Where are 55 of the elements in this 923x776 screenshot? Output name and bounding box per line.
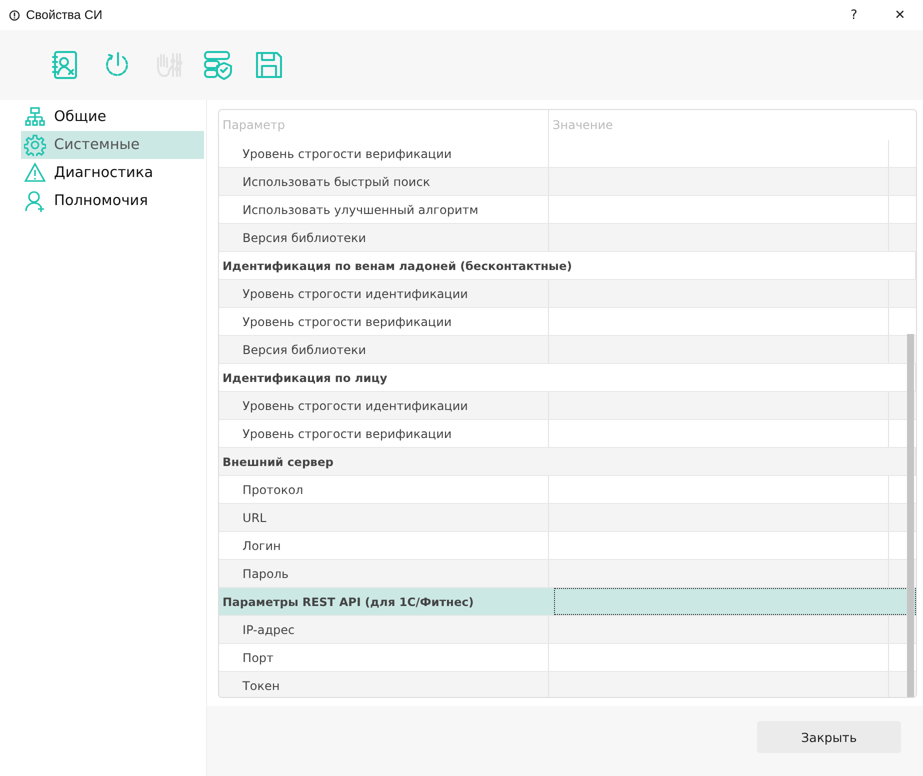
server-shield-button[interactable] xyxy=(201,48,234,82)
warning-icon xyxy=(24,162,46,184)
sidebar-item[interactable]: Общие xyxy=(21,103,204,131)
table-cell: Версия библиотеки xyxy=(218,336,549,363)
sidebar-item[interactable]: Полномочия xyxy=(21,187,204,215)
sidebar-item[interactable]: Системные xyxy=(21,131,204,159)
group-row[interactable]: Идентификация по венам ладоней (бесконтактные) xyxy=(218,252,916,280)
close-button[interactable]: Закрыть xyxy=(757,721,901,753)
table-row[interactable]: Уровень строгости идентификации xyxy=(218,280,916,308)
table-cell: Порт xyxy=(218,644,549,671)
table-cell: Уровень строгости идентификации xyxy=(218,392,549,419)
table-cell: Уровень строгости идентификации xyxy=(218,280,549,307)
table-row[interactable]: Уровень строгости верификации xyxy=(218,308,916,336)
group-row[interactable]: Параметры REST API (для 1С/Фитнес) xyxy=(218,588,916,616)
table-row[interactable]: Версия библиотеки xyxy=(218,336,916,364)
table-row[interactable]: Логин xyxy=(218,532,916,560)
table-row[interactable]: Уровень строгости верификации xyxy=(218,140,916,168)
network-icon xyxy=(24,106,46,128)
table-row[interactable]: Порт xyxy=(218,644,916,672)
group-row[interactable]: Идентификация по лицу xyxy=(218,364,916,392)
sidebar-item[interactable]: Диагностика xyxy=(21,159,204,187)
table-cell: Версия библиотеки xyxy=(218,224,549,251)
table-cell: Логин xyxy=(218,532,549,559)
table-cell: Протокол xyxy=(218,476,549,503)
table-cell: URL xyxy=(218,504,549,531)
group-heading: Идентификация по лицу xyxy=(222,370,388,386)
table-cell: Уровень строгости верификации xyxy=(218,308,549,335)
table-cell: IP-адрес xyxy=(218,616,549,643)
table-row[interactable]: Использовать улучшенный алгоритм xyxy=(218,196,916,224)
group-row[interactable]: Внешний сервер xyxy=(218,448,916,476)
settings-icon xyxy=(24,134,46,156)
group-heading: Параметры REST API (для 1С/Фитнес) xyxy=(222,594,475,610)
table-row[interactable]: Протокол xyxy=(218,476,916,504)
group-heading: Внешний сервер xyxy=(222,454,334,470)
table-cell: Использовать улучшенный алгоритм xyxy=(218,196,549,223)
group-heading: Идентификация по венам ладоней (бесконтактные) xyxy=(222,258,573,274)
scrollbar-thumb[interactable] xyxy=(907,334,914,697)
info-icon xyxy=(9,10,20,20)
user-add-icon xyxy=(24,190,46,212)
table-row[interactable]: Версия библиотеки xyxy=(218,224,916,252)
help-button[interactable]: ? xyxy=(831,0,877,30)
table-row[interactable]: Уровень строгости верификации xyxy=(218,420,916,448)
table-cell: Токен xyxy=(218,672,549,697)
table-cell: Уровень строгости верификации xyxy=(218,420,549,447)
table-row[interactable]: Пароль xyxy=(218,560,916,588)
table-cell: Уровень строгости верификации xyxy=(218,140,549,167)
close-button[interactable]: ✕ xyxy=(877,0,923,30)
table-row[interactable]: URL xyxy=(218,504,916,532)
table-cell: Использовать быстрый поиск xyxy=(218,168,549,195)
table-cell: Пароль xyxy=(218,560,549,587)
window-title: Свойства СИ xyxy=(26,8,102,22)
table-row[interactable]: IP-адрес xyxy=(218,616,916,644)
table-row[interactable]: Уровень строгости идентификации xyxy=(218,392,916,420)
table-row[interactable]: Токен xyxy=(218,672,916,697)
table-row[interactable]: Использовать быстрый поиск xyxy=(218,168,916,196)
